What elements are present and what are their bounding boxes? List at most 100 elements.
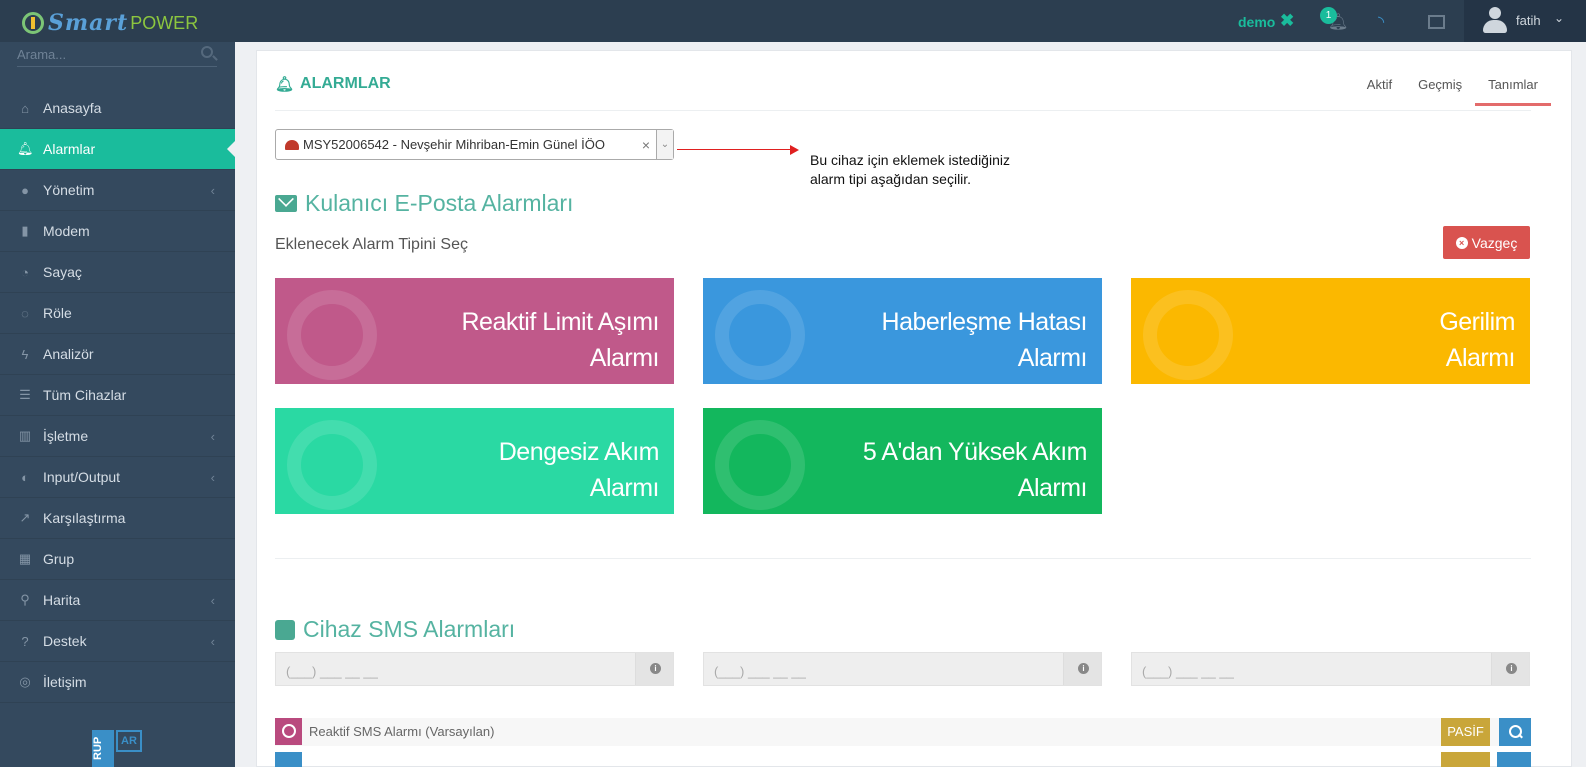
clear-selection-icon[interactable]: × bbox=[636, 137, 656, 153]
sidebar-item-modem[interactable]: ▮ Modem bbox=[0, 211, 235, 252]
sidebar-item-y-netim[interactable]: ● Yönetim ‹ bbox=[0, 170, 235, 211]
annotation-note-line: Bu cihaz için eklemek istediğiniz bbox=[810, 152, 1010, 168]
alarm-tile-label: Reaktif Limit Aşımı Alarmı bbox=[462, 304, 660, 376]
phone-field[interactable] bbox=[1142, 662, 1472, 680]
close-circle-icon: × bbox=[1455, 236, 1468, 249]
panel-tabs: Aktif Geçmiş Tanımlar bbox=[1354, 69, 1551, 106]
sidebar-item-label: Yönetim bbox=[43, 182, 95, 198]
alarm-tile[interactable]: Haberleşme Hatası Alarmı bbox=[703, 278, 1102, 384]
search-input[interactable] bbox=[17, 42, 192, 66]
sidebar-item-r-le[interactable]: ◌ Röle bbox=[0, 293, 235, 334]
email-alarms-section-title: Kulanıcı E-Posta Alarmları bbox=[275, 190, 573, 217]
sidebar-item-grup[interactable]: ▦ Grup bbox=[0, 539, 235, 580]
users-icon: ● bbox=[21, 182, 29, 198]
sidebar-item-harita[interactable]: ⚲ Harita ‹ bbox=[0, 580, 235, 621]
sidebar-item-i-letme[interactable]: ▥ İşletme ‹ bbox=[0, 416, 235, 457]
bell-icon: 🔔︎ bbox=[275, 76, 295, 93]
alarm-tile[interactable]: Reaktif Limit Aşımı Alarmı bbox=[275, 278, 674, 384]
usb-icon bbox=[715, 290, 805, 380]
tab-tanimlar[interactable]: Tanımlar bbox=[1475, 69, 1551, 106]
alarm-type-prompt: Eklenecek Alarm Tipini Seç bbox=[275, 236, 468, 253]
sidebar-item-label: Sayaç bbox=[43, 264, 82, 280]
user-menu[interactable]: fatih ⌄ bbox=[1464, 0, 1586, 42]
sms-phone-input-2[interactable]: i bbox=[703, 652, 1102, 686]
sidebar-item-i-leti-im[interactable]: ◎ İletişim bbox=[0, 662, 235, 703]
cancel-button[interactable]: × Vazgeç bbox=[1443, 226, 1530, 259]
sidebar-item-label: Röle bbox=[43, 305, 72, 321]
signal-icon: ▮ bbox=[21, 223, 29, 238]
inbox-icon[interactable] bbox=[1428, 15, 1445, 29]
alarms-panel: 🔔︎ ALARMLAR Aktif Geçmiş Tanımlar MSY520… bbox=[256, 50, 1572, 767]
status-toggle-button[interactable] bbox=[1441, 752, 1490, 767]
sidebar-item-destek[interactable]: ? Destek ‹ bbox=[0, 621, 235, 662]
info-button[interactable]: i bbox=[635, 653, 673, 685]
gauge-icon bbox=[285, 139, 299, 150]
avatar bbox=[1482, 7, 1508, 35]
grid-icon: ▦ bbox=[18, 551, 32, 566]
chevron-down-icon[interactable]: ⌄ bbox=[656, 130, 673, 159]
annotation-arrow-head bbox=[790, 145, 799, 155]
sidebar-search bbox=[17, 42, 217, 67]
sidebar-item-label: Tüm Cihazlar bbox=[43, 387, 127, 403]
sidebar-item-kar-la-t-rma[interactable]: ↗ Karşılaştırma bbox=[0, 498, 235, 539]
line-chart-icon: ↗ bbox=[19, 510, 31, 525]
section-title-text: Kulanıcı E-Posta Alarmları bbox=[305, 190, 574, 216]
search-icon[interactable] bbox=[1499, 718, 1531, 746]
search-icon[interactable] bbox=[201, 46, 213, 58]
alarm-tile-label-line: Alarmı bbox=[1445, 344, 1516, 372]
sidebar-item-saya-[interactable]: ◔ Sayaç bbox=[0, 252, 235, 293]
row-action-button[interactable] bbox=[1497, 752, 1531, 767]
close-session-icon[interactable]: ✖ bbox=[1280, 11, 1294, 31]
sidebar-item-alarmlar[interactable]: 🔔︎ Alarmlar bbox=[0, 129, 235, 170]
chevron-left-icon: ‹ bbox=[210, 469, 215, 485]
sidebar-item-label: Analizör bbox=[43, 346, 94, 362]
info-button[interactable]: i bbox=[1063, 653, 1101, 685]
tab-aktif[interactable]: Aktif bbox=[1354, 69, 1405, 106]
annotation-note-line: alarm tipi aşağıdan seçilir. bbox=[810, 171, 972, 187]
database-icon: ☰ bbox=[19, 387, 31, 402]
alarm-tile[interactable]: 5 A'dan Yüksek Akım Alarmı bbox=[703, 408, 1102, 514]
sidebar-item-label: Grup bbox=[43, 551, 75, 567]
sidebar-item-input-output[interactable]: ◐ Input/Output ‹ bbox=[0, 457, 235, 498]
sidebar-item-label: Modem bbox=[43, 223, 90, 239]
brand-left-text: RUP bbox=[92, 730, 114, 767]
app-logo[interactable]: Smart POWER bbox=[22, 10, 198, 36]
brand-right-text: AR bbox=[116, 730, 142, 752]
alarm-tile-label: Haberleşme Hatası Alarmı bbox=[882, 304, 1088, 376]
sms-phone-input-3[interactable]: i bbox=[1131, 652, 1530, 686]
bell-icon: 🔔︎ bbox=[17, 141, 34, 156]
sidebar-item-t-m-cihazlar[interactable]: ☰ Tüm Cihazlar bbox=[0, 375, 235, 416]
alarm-tile-label-line: Gerilim bbox=[1439, 308, 1515, 336]
alarm-tile[interactable]: Dengesiz Akım Alarmı bbox=[275, 408, 674, 514]
envelope-icon bbox=[275, 195, 297, 212]
rss-icon[interactable]: ◝ bbox=[1378, 12, 1384, 32]
tab-gecmis[interactable]: Geçmiş bbox=[1405, 69, 1475, 106]
alarm-tile-label-line: Reaktif Limit Aşımı bbox=[461, 308, 660, 336]
page-title: 🔔︎ ALARMLAR bbox=[275, 75, 391, 93]
status-toggle-button[interactable]: PASİF bbox=[1441, 718, 1490, 746]
sidebar-item-label: Destek bbox=[43, 633, 87, 649]
sidebar-item-analiz-r[interactable]: ϟ Analizör bbox=[0, 334, 235, 375]
sms-alarm-row[interactable]: Reaktif SMS Alarmı (Varsayılan) PASİF bbox=[275, 718, 1531, 746]
toggle-icon: ◐ bbox=[21, 469, 29, 485]
plug-icon bbox=[1143, 290, 1233, 380]
home-icon: ⌂ bbox=[21, 100, 29, 116]
arrow-up-icon bbox=[715, 420, 805, 510]
footer-brand-logo: RUP AR bbox=[92, 730, 142, 767]
alarm-tile[interactable]: Gerilim Alarmı bbox=[1131, 278, 1530, 384]
info-button[interactable]: i bbox=[1491, 653, 1529, 685]
logo-smart-text: Smart bbox=[48, 10, 129, 36]
info-icon: i bbox=[650, 663, 661, 674]
sidebar-item-label: Harita bbox=[43, 592, 81, 608]
phone-field[interactable] bbox=[286, 662, 616, 680]
chevron-left-icon: ‹ bbox=[210, 592, 215, 608]
device-select[interactable]: MSY52006542 - Nevşehir Mihriban-Emin Gün… bbox=[275, 129, 674, 160]
sms-phone-input-1[interactable]: i bbox=[275, 652, 674, 686]
phone-field[interactable] bbox=[714, 662, 1044, 680]
shuffle-icon bbox=[287, 420, 377, 510]
divider bbox=[275, 110, 1531, 111]
sidebar-item-anasayfa[interactable]: ⌂ Anasayfa bbox=[0, 88, 235, 129]
session-label[interactable]: demo bbox=[1238, 14, 1275, 30]
chevron-down-icon: ⌄ bbox=[1554, 11, 1565, 25]
info-icon: i bbox=[1078, 663, 1089, 674]
